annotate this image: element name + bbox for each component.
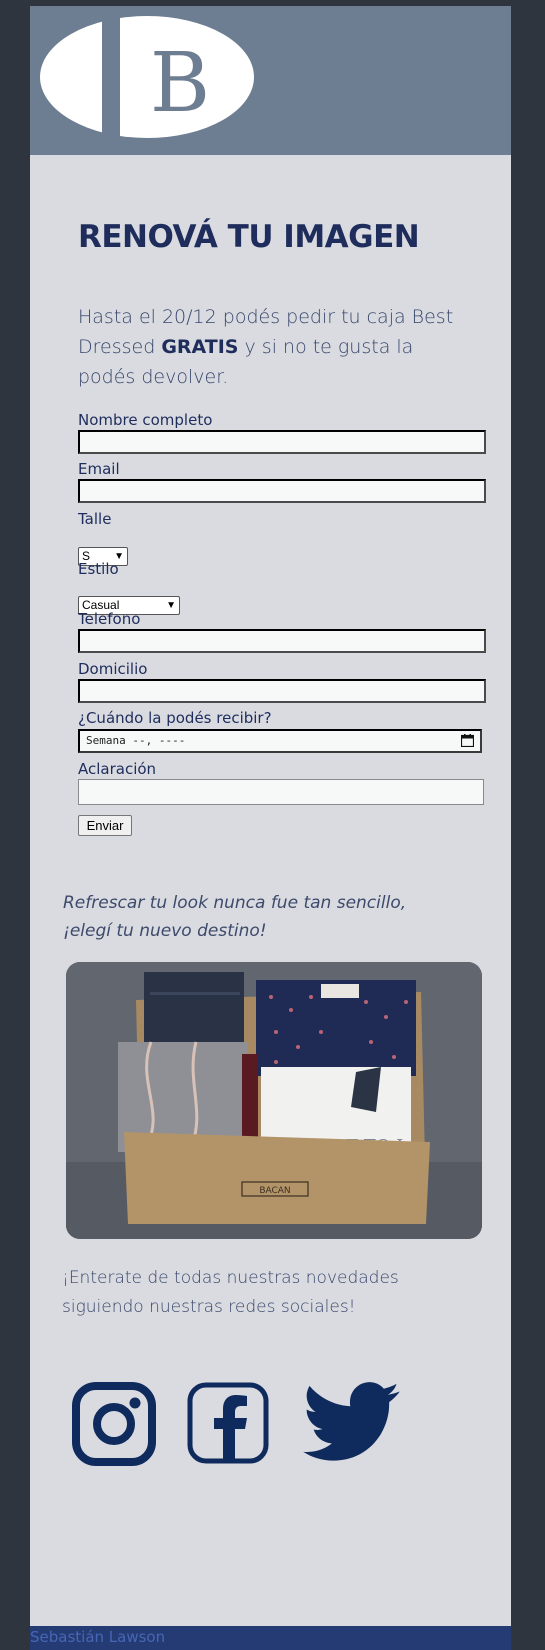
name-input[interactable] [78, 430, 486, 454]
intro-text: Hasta el 20/12 podés pedir tu caja Best … [78, 302, 458, 392]
size-label: Talle [78, 510, 112, 528]
note-label: Aclaración [78, 760, 157, 778]
note-textarea[interactable] [78, 779, 484, 805]
tagline-line-2: ¡elegí tu nuevo destino! [63, 921, 267, 941]
email-label: Email [78, 460, 120, 478]
email-input[interactable] [78, 479, 486, 503]
page-title: RENOVÁ TU IMAGEN [78, 219, 420, 255]
instagram-icon [72, 1382, 156, 1466]
twitter-icon [303, 1382, 400, 1461]
box-illustration: T TO L BACAN [66, 962, 482, 1239]
social-text: ¡Enterate de todas nuestras novedades si… [62, 1268, 399, 1317]
page-container: B RENOVÁ TU IMAGEN Hasta el 20/12 podés … [30, 6, 511, 1650]
box-brand: BACAN [259, 1186, 290, 1196]
tagline-line-1: Refrescar tu look nunca fue tan sencillo… [63, 893, 407, 913]
style-label: Estilo [78, 560, 119, 578]
site-header: B [30, 6, 511, 155]
logo-mark: B [40, 16, 254, 138]
facebook-link[interactable] [187, 1382, 269, 1464]
promo-tagline: Refrescar tu look nunca fue tan sencillo… [63, 889, 443, 945]
facebook-icon [187, 1382, 269, 1464]
footer-author: Sebastián Lawson [30, 1628, 166, 1646]
calendar-icon[interactable] [461, 734, 474, 747]
brand-logo[interactable]: B [40, 16, 255, 138]
date-placeholder: Semana --, ---- [86, 734, 186, 747]
submit-button[interactable]: Enviar [78, 815, 132, 836]
instagram-link[interactable] [72, 1382, 156, 1466]
intro-free-highlight: GRATIS [161, 336, 239, 358]
twitter-link[interactable] [303, 1382, 401, 1464]
chevron-down-icon: ▼ [166, 600, 176, 611]
phone-label: Telefono [78, 610, 141, 628]
clothes-box-image: T TO L BACAN [66, 962, 482, 1239]
date-label: ¿Cuándo la podés recibir? [78, 709, 272, 727]
address-input[interactable] [78, 679, 486, 703]
phone-input[interactable] [78, 629, 486, 653]
site-footer: Sebastián Lawson [30, 1626, 511, 1650]
address-label: Domicilio [78, 660, 148, 678]
logo-letter: B [150, 36, 210, 131]
name-label: Nombre completo [78, 411, 213, 429]
week-date-input[interactable]: Semana --, ---- [78, 729, 482, 753]
